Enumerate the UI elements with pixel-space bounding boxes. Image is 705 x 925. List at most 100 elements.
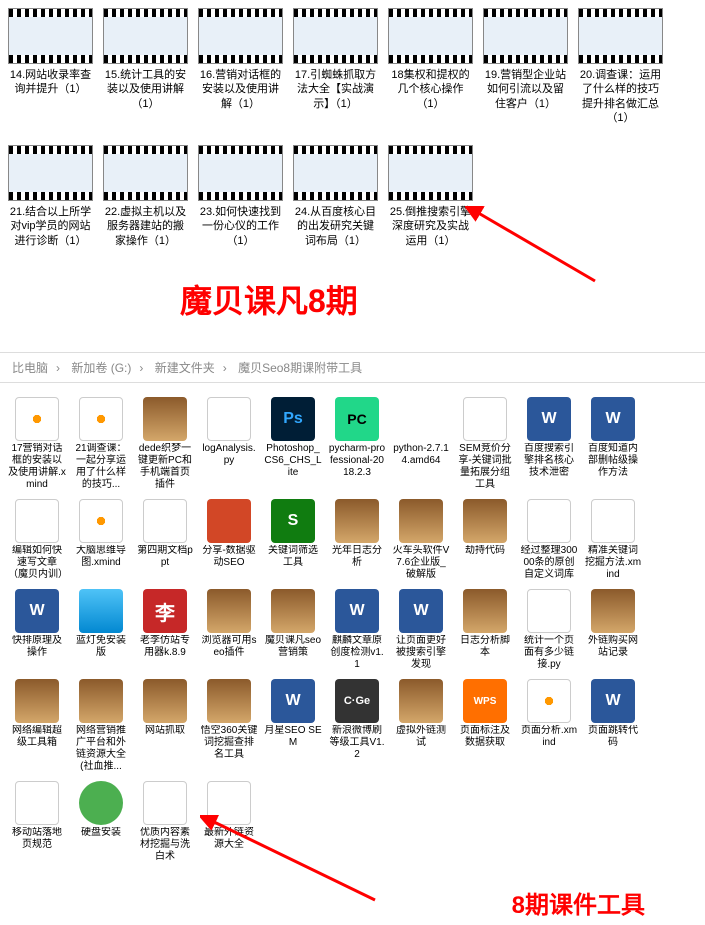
file-item[interactable]: 优质内容素材挖掘与洗白术 xyxy=(134,779,196,865)
video-thumbnail xyxy=(293,145,378,201)
file-item[interactable]: W百度搜索引擎排名核心技术泄密 xyxy=(518,395,580,493)
video-label: 20.调查课：运用了什么样的技巧提升排名做汇总（1） xyxy=(578,68,663,125)
file-item[interactable]: 悟空360关键词挖掘查排名工具 xyxy=(198,677,260,775)
file-item[interactable]: 网络编辑超级工具箱 xyxy=(6,677,68,775)
file-item[interactable]: W让页面更好被搜索引擎发现 xyxy=(390,587,452,673)
video-thumbnail xyxy=(293,8,378,64)
file-item[interactable]: 21调查课：一起分享运用了什么样的技巧... xyxy=(70,395,132,493)
file-label: 统计一个页面有多少链接.py xyxy=(520,635,578,671)
video-item[interactable]: 21.结合以上所学对vip学员的网站进行诊断（1） xyxy=(8,145,93,248)
file-item[interactable]: 第四期文档ppt xyxy=(134,497,196,583)
green-icon xyxy=(79,781,123,825)
breadcrumb[interactable]: 比电脑› 新加卷 (G:)› 新建文件夹› 魔贝Seo8期课附带工具 xyxy=(0,352,705,383)
file-item[interactable]: 外链购买网站记录 xyxy=(582,587,644,673)
file-item[interactable]: 最新外链资源大全 xyxy=(198,779,260,865)
breadcrumb-part[interactable]: 新加卷 (G:) xyxy=(71,361,131,375)
w-icon: W xyxy=(591,397,635,441)
video-thumbnail xyxy=(578,8,663,64)
video-item[interactable]: 23.如何快速找到一份心仪的工作（1） xyxy=(198,145,283,248)
file-item[interactable]: 李老李仿站专用器k.8.9 xyxy=(134,587,196,673)
video-item[interactable]: 17.引蜘蛛抓取方法大全【实战演示】（1） xyxy=(293,8,378,125)
file-item[interactable]: 魔贝课凡seo营销策 xyxy=(262,587,324,673)
file-item[interactable]: 网络营销推广平台和外链资源大全(社血推... xyxy=(70,677,132,775)
file-item[interactable]: 编辑如何快速写文章（魔贝内训） xyxy=(6,497,68,583)
file-item[interactable]: SEM竞价分享-关键词批量拓展分组工具 xyxy=(454,395,516,493)
video-thumbnail xyxy=(388,145,473,201)
breadcrumb-part[interactable]: 新建文件夹 xyxy=(155,361,215,375)
file-label: 浏览器可用seo插件 xyxy=(200,635,258,659)
file-item[interactable]: 大脑思维导图.xmind xyxy=(70,497,132,583)
file-item[interactable]: dede织梦一键更新PC和手机端首页插件 xyxy=(134,395,196,493)
file-label: SEM竞价分享-关键词批量拓展分组工具 xyxy=(456,443,514,491)
breadcrumb-part[interactable]: 魔贝Seo8期课附带工具 xyxy=(238,361,362,375)
video-item[interactable]: 16.营销对话框的安装以及使用讲解（1） xyxy=(198,8,283,125)
video-item[interactable]: 20.调查课：运用了什么样的技巧提升排名做汇总（1） xyxy=(578,8,663,125)
file-item[interactable]: WPS页面标注及数据获取 xyxy=(454,677,516,775)
video-item[interactable]: 24.从百度核心目的出发研究关键词布局（1） xyxy=(293,145,378,248)
file-item[interactable]: 精准关键词挖掘方法.xmind xyxy=(582,497,644,583)
video-thumbnail xyxy=(198,145,283,201)
video-item[interactable]: 22.虚拟主机以及服务器建站的搬家操作（1） xyxy=(103,145,188,248)
file-label: 月星SEO SEM xyxy=(264,725,322,749)
doc-icon xyxy=(143,499,187,543)
file-item[interactable]: W页面跳转代码 xyxy=(582,677,644,775)
file-item[interactable]: python-2.7.14.amd64 xyxy=(390,395,452,493)
file-item[interactable]: W百度知道内部删帖级操作方法 xyxy=(582,395,644,493)
cge-icon: C·Ge xyxy=(335,679,379,723)
section-title-2: 8期课件工具 xyxy=(512,885,645,920)
exe-icon xyxy=(79,589,123,633)
breadcrumb-part[interactable]: 比电脑 xyxy=(12,361,48,375)
file-item[interactable]: 浏览器可用seo插件 xyxy=(198,587,260,673)
file-label: 魔贝课凡seo营销策 xyxy=(264,635,322,659)
w-icon: W xyxy=(15,589,59,633)
video-item[interactable]: 19.营销型企业站如何引流以及留住客户（1） xyxy=(483,8,568,125)
li-icon: 李 xyxy=(143,589,187,633)
file-label: 火车头软件V7.6企业版_破解版 xyxy=(392,545,450,581)
zip-icon xyxy=(143,397,187,441)
file-item[interactable]: logAnalysis.py xyxy=(198,395,260,493)
video-item[interactable]: 18集权和提权的几个核心操作（1） xyxy=(388,8,473,125)
file-item[interactable]: 经过整理30000条的原创自定义词库 xyxy=(518,497,580,583)
zip-icon xyxy=(271,589,315,633)
file-label: pycharm-professional-2018.2.3 xyxy=(328,443,386,479)
video-item[interactable]: 25.倒推搜索引擎深度研究及实战运用（1） xyxy=(388,145,473,248)
file-item[interactable]: W月星SEO SEM xyxy=(262,677,324,775)
file-item[interactable]: 移动站落地页规范 xyxy=(6,779,68,865)
xmind-icon xyxy=(15,397,59,441)
video-item[interactable]: 14.网站收录率查询并提升（1） xyxy=(8,8,93,125)
file-item[interactable]: W快排原理及操作 xyxy=(6,587,68,673)
section-title-1: 魔贝课凡8期 xyxy=(180,276,358,322)
file-item[interactable]: 统计一个页面有多少链接.py xyxy=(518,587,580,673)
file-item[interactable]: 页面分析.xmind xyxy=(518,677,580,775)
video-item[interactable]: 15.统计工具的安装以及使用讲解（1） xyxy=(103,8,188,125)
file-label: 老李仿站专用器k.8.9 xyxy=(136,635,194,659)
file-label: 新浪微博刷等级工具V1.2 xyxy=(328,725,386,761)
file-item[interactable]: 劫持代码 xyxy=(454,497,516,583)
file-item[interactable]: 光年日志分析 xyxy=(326,497,388,583)
file-item[interactable]: 硬盘安装 xyxy=(70,779,132,865)
file-item[interactable]: 火车头软件V7.6企业版_破解版 xyxy=(390,497,452,583)
video-thumbnail xyxy=(483,8,568,64)
txt-icon xyxy=(527,589,571,633)
file-item[interactable]: W麒麟文章原创度检测v1.1 xyxy=(326,587,388,673)
file-item[interactable]: 虚拟外链测试 xyxy=(390,677,452,775)
file-item[interactable]: PCpycharm-professional-2018.2.3 xyxy=(326,395,388,493)
file-label: 硬盘安装 xyxy=(72,827,130,839)
file-item[interactable]: 网站抓取 xyxy=(134,677,196,775)
video-label: 25.倒推搜索引擎深度研究及实战运用（1） xyxy=(388,205,473,248)
zip-icon xyxy=(399,499,443,543)
chevron-right-icon: › xyxy=(139,361,143,375)
file-label: 页面分析.xmind xyxy=(520,725,578,749)
file-item[interactable]: 蓝灯免安装版 xyxy=(70,587,132,673)
file-item[interactable]: PsPhotoshop_CS6_CHS_Lite xyxy=(262,395,324,493)
file-item[interactable]: 分享-数据驱动SEO xyxy=(198,497,260,583)
xmind-icon xyxy=(79,397,123,441)
file-item[interactable]: 日志分析脚本 xyxy=(454,587,516,673)
file-item[interactable]: S关键词筛选工具 xyxy=(262,497,324,583)
doc-icon xyxy=(15,781,59,825)
file-grid: 17营销对话框的安装以及使用讲解.xmind21调查课：一起分享运用了什么样的技… xyxy=(0,383,705,925)
file-item[interactable]: C·Ge新浪微博刷等级工具V1.2 xyxy=(326,677,388,775)
file-item[interactable]: 17营销对话框的安装以及使用讲解.xmind xyxy=(6,395,68,493)
w-icon: W xyxy=(335,589,379,633)
video-label: 24.从百度核心目的出发研究关键词布局（1） xyxy=(293,205,378,248)
